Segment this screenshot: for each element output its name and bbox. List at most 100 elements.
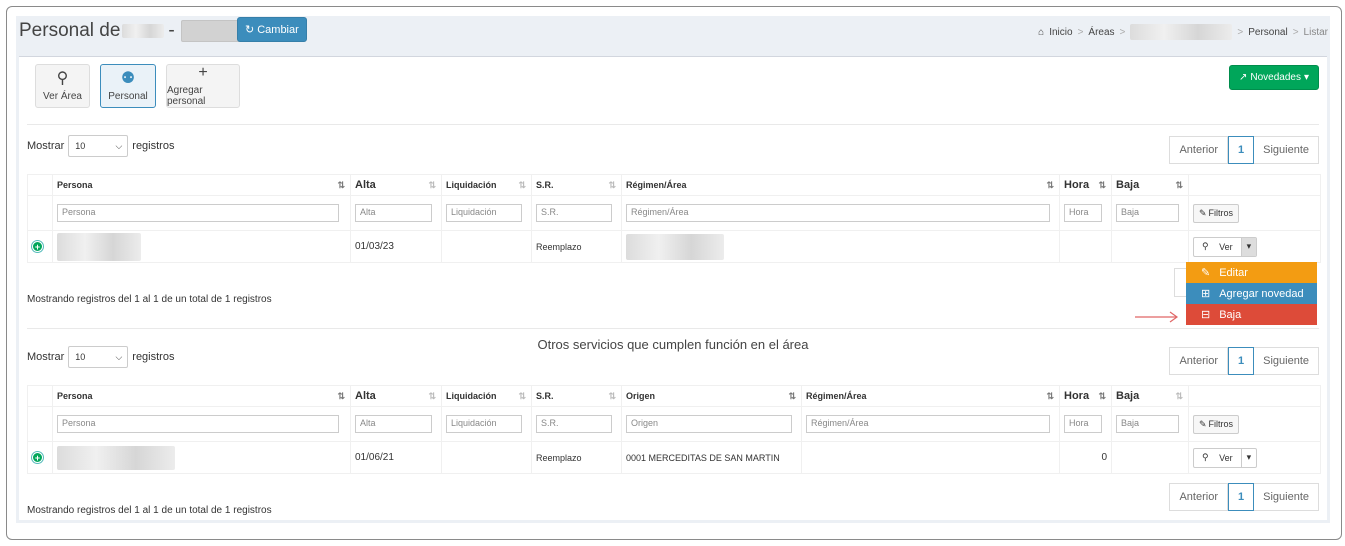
col-alta[interactable]: Alta ⇅: [350, 174, 442, 196]
pager-page[interactable]: 1: [1228, 347, 1255, 375]
sort-icon: ⇅: [337, 180, 345, 190]
filter-regimen-input[interactable]: Régimen/Área: [806, 415, 1050, 433]
table-header-row: Persona ⇅ Alta ⇅ Liquidación ⇅ S.R. ⇅ Origen…: [27, 385, 1321, 407]
col-origen[interactable]: Origen ⇅: [621, 385, 802, 407]
alta-cell: 01/03/23: [350, 230, 442, 263]
col-sr[interactable]: S.R. ⇅: [531, 174, 622, 196]
pager-prev[interactable]: Anterior: [1169, 483, 1228, 511]
mostrar-label: Mostrar: [27, 140, 65, 152]
hora-cell: [1059, 230, 1112, 263]
filter-cell: Alta: [350, 195, 442, 231]
personal-button[interactable]: ⚉ Personal: [100, 64, 156, 108]
col-regimen[interactable]: Régimen/Área ⇅: [621, 174, 1060, 196]
expand-cell: +: [27, 441, 53, 474]
ver-dropdown-toggle[interactable]: ▾: [1240, 448, 1257, 467]
ver-area-label: Ver Área: [43, 90, 82, 102]
col-persona[interactable]: Persona ⇅: [52, 174, 351, 196]
filter-cell: Hora: [1059, 406, 1112, 442]
redacted-regimen: [626, 233, 724, 260]
sort-icon: ⇅: [428, 180, 436, 190]
eraser-icon: ✎: [1199, 418, 1207, 429]
menu-item-editar[interactable]: ✎ Editar: [1186, 262, 1317, 283]
expand-icon[interactable]: +: [32, 241, 43, 252]
filter-baja-input[interactable]: Baja: [1116, 415, 1179, 433]
menu-item-baja[interactable]: ⊟ Baja: [1186, 304, 1317, 325]
sort-icon: ⇅: [788, 391, 796, 401]
eraser-icon: ✎: [1199, 207, 1207, 218]
col-liquidacion[interactable]: Liquidación ⇅: [441, 174, 532, 196]
filter-cell: S.R.: [531, 406, 622, 442]
col-baja[interactable]: Baja ⇅: [1111, 385, 1189, 407]
breadcrumb-inicio[interactable]: Inicio: [1049, 27, 1072, 38]
col-alta[interactable]: Alta ⇅: [350, 385, 442, 407]
filter-sr-input[interactable]: S.R.: [536, 204, 612, 222]
filter-alta-input[interactable]: Alta: [355, 415, 432, 433]
col-hora[interactable]: Hora ⇅: [1059, 385, 1112, 407]
table-info: Mostrando registros del 1 al 1 de un tot…: [27, 294, 272, 305]
col-regimen[interactable]: Régimen/Área ⇅: [801, 385, 1060, 407]
col-hora[interactable]: Hora ⇅: [1059, 174, 1112, 196]
sort-icon: ⇅: [608, 180, 616, 190]
filter-cell: Régimen/Área: [621, 195, 1060, 231]
calendar-minus-icon: ⊟: [1201, 309, 1211, 321]
actions-cell: ⚲ Ver ▾: [1188, 441, 1321, 474]
search-icon: ⚲: [56, 69, 69, 87]
breadcrumb-redacted[interactable]: [1130, 24, 1233, 40]
breadcrumb-separator: >: [1292, 26, 1299, 38]
col-baja[interactable]: Baja ⇅: [1111, 174, 1189, 196]
filtros-label: Filtros: [1208, 419, 1234, 429]
page-size-select[interactable]: 10 ⌵: [68, 346, 129, 368]
filtros-button[interactable]: ✎ Filtros: [1193, 203, 1240, 223]
pager-next[interactable]: Siguiente: [1254, 136, 1319, 164]
expand-icon[interactable]: +: [32, 452, 43, 463]
header-actions: [1188, 385, 1321, 407]
filter-baja-input[interactable]: Baja: [1116, 204, 1179, 222]
cambiar-button[interactable]: ↻ Cambiar: [237, 17, 307, 42]
filter-cell: ✎ Filtros: [1188, 195, 1321, 231]
filter-liquidacion-input[interactable]: Liquidación: [446, 415, 522, 433]
col-sr[interactable]: S.R. ⇅: [531, 385, 622, 407]
ver-area-button[interactable]: ⚲ Ver Área: [35, 64, 90, 108]
filter-cell: S.R.: [531, 195, 622, 231]
filter-persona-input[interactable]: Persona: [57, 415, 339, 433]
pager-page[interactable]: 1: [1228, 136, 1255, 164]
page-size-select[interactable]: 10 ⌵: [68, 135, 129, 157]
users-icon: ⚉: [120, 69, 136, 87]
menu-item-label: Baja: [1219, 308, 1242, 321]
pager-prev[interactable]: Anterior: [1169, 136, 1228, 164]
external-link-icon: ↗: [1238, 72, 1248, 83]
filter-liquidacion-input[interactable]: Liquidación: [446, 204, 522, 222]
col-persona[interactable]: Persona ⇅: [52, 385, 351, 407]
ver-label: Ver: [1219, 452, 1233, 463]
chevron-down-icon: ⌵: [115, 351, 123, 362]
pager-next[interactable]: Siguiente: [1254, 347, 1319, 375]
filtros-button[interactable]: ✎ Filtros: [1193, 414, 1240, 434]
sort-icon: ⇅: [428, 391, 436, 401]
filter-regimen-input[interactable]: Régimen/Área: [626, 204, 1050, 222]
filtros-label: Filtros: [1208, 208, 1234, 218]
filter-origen-input[interactable]: Origen: [626, 415, 792, 433]
agregar-personal-button[interactable]: + Agregar personal: [166, 64, 240, 108]
table-row: + 01/03/23 Reemplazo ⚲ Ver ▾: [27, 230, 1321, 263]
filter-hora-input[interactable]: Hora: [1064, 415, 1102, 433]
filter-alta-input[interactable]: Alta: [355, 204, 432, 222]
ver-dropdown-toggle[interactable]: ▾: [1240, 237, 1257, 256]
col-liquidacion[interactable]: Liquidación ⇅: [441, 385, 532, 407]
breadcrumb-areas[interactable]: Áreas: [1088, 27, 1114, 38]
ver-button[interactable]: ⚲ Ver: [1194, 449, 1241, 467]
novedades-button[interactable]: ↗ Novedades ▾: [1228, 65, 1319, 90]
ver-button[interactable]: ⚲ Ver: [1194, 238, 1241, 256]
refresh-icon: ↻: [245, 24, 255, 36]
page-title-dash: -: [168, 20, 175, 41]
filter-sr-input[interactable]: S.R.: [536, 415, 612, 433]
pager-prev[interactable]: Anterior: [1169, 347, 1228, 375]
page-size-value: 10: [75, 352, 86, 362]
pager-page[interactable]: 1: [1228, 483, 1255, 511]
filter-persona-input[interactable]: Persona: [57, 204, 339, 222]
col-regimen-label: Régimen/Área: [626, 180, 687, 190]
menu-item-agregar-novedad[interactable]: ⊞ Agregar novedad: [1186, 283, 1317, 304]
col-sr-label: S.R.: [536, 391, 554, 401]
pager-next[interactable]: Siguiente: [1254, 483, 1319, 511]
breadcrumb-personal[interactable]: Personal: [1248, 27, 1287, 38]
filter-hora-input[interactable]: Hora: [1064, 204, 1102, 222]
